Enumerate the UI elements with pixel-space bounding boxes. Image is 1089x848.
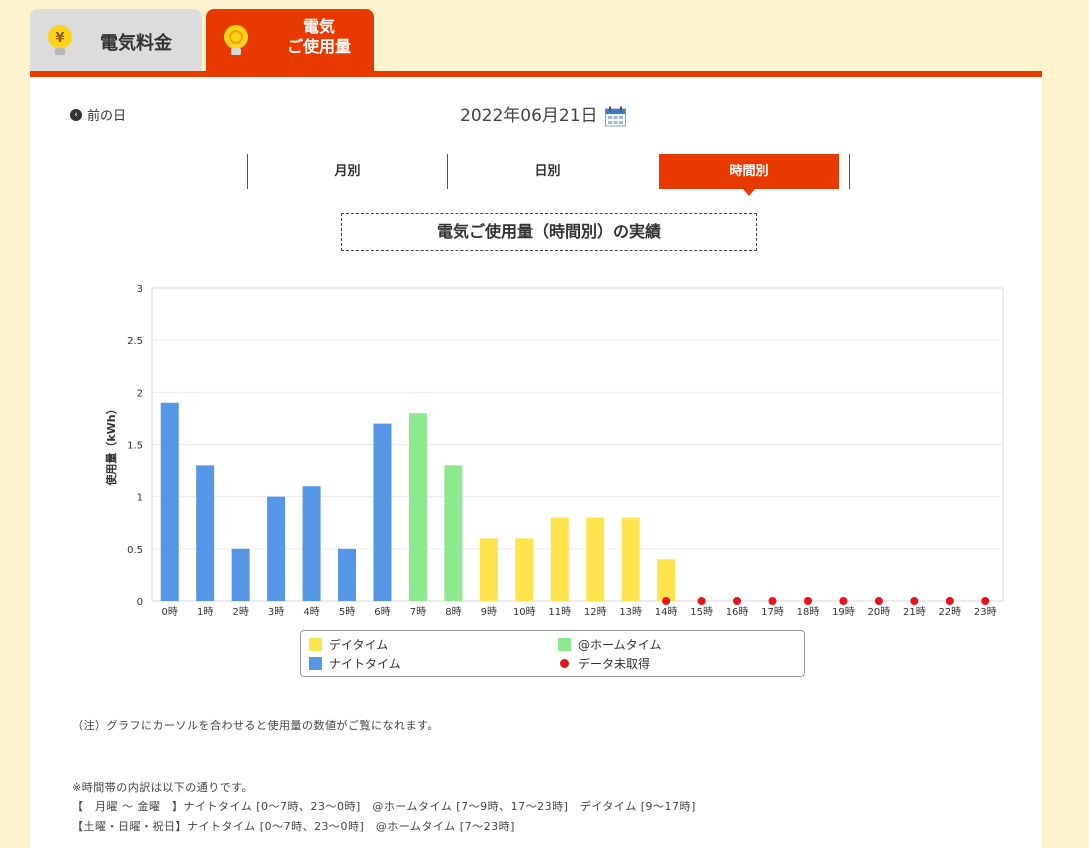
- x-tick-label: 6時: [374, 606, 390, 618]
- y-tick-label: 2: [137, 388, 143, 399]
- bar[interactable]: [196, 465, 215, 601]
- yen-bulb-icon: ¥: [48, 25, 72, 55]
- missing-data-point[interactable]: [662, 597, 671, 605]
- missing-data-point[interactable]: [839, 597, 848, 605]
- legend-item-home[interactable]: @ホームタイム: [558, 636, 661, 653]
- x-tick-label: 0時: [162, 606, 178, 618]
- tab-electricity-usage[interactable]: 電気 ご使用量: [206, 9, 374, 71]
- svg-text:¥: ¥: [55, 31, 64, 46]
- x-tick-label: 7時: [410, 606, 426, 618]
- x-tick-label: 16時: [726, 606, 749, 618]
- bar[interactable]: [302, 486, 321, 601]
- legend-item-night[interactable]: ナイトタイム: [309, 655, 401, 672]
- missing-data-point[interactable]: [874, 597, 883, 605]
- legend-label-night: ナイトタイム: [329, 657, 401, 671]
- legend-item-day[interactable]: デイタイム: [309, 636, 388, 653]
- x-tick-label: 9時: [481, 606, 497, 618]
- missing-data-point[interactable]: [981, 597, 990, 605]
- x-tick-label: 11時: [548, 606, 571, 618]
- legend-swatch-home: [558, 638, 571, 651]
- tab-usage-label: 電気 ご使用量: [274, 17, 364, 57]
- legend-label-day: デイタイム: [329, 638, 389, 652]
- weekday-breakdown: 【 月曜 〜 金曜 】ナイトタイム [0〜7時、23〜0時] @ホームタイム […: [72, 800, 696, 813]
- x-tick-label: 3時: [268, 606, 284, 618]
- bar[interactable]: [550, 517, 569, 601]
- calendar-icon[interactable]: [605, 106, 626, 127]
- y-tick-label: 2.5: [127, 336, 143, 347]
- legend-dot-missing: [560, 659, 569, 668]
- bar[interactable]: [657, 559, 676, 601]
- chevron-left-icon: ‹: [70, 108, 82, 121]
- y-tick-label: 0: [137, 597, 143, 608]
- bar[interactable]: [338, 548, 357, 601]
- missing-data-point[interactable]: [945, 597, 954, 605]
- tab-usage-label-line2: ご使用量: [286, 37, 351, 56]
- x-tick-label: 14時: [655, 606, 678, 618]
- period-tab-hourly[interactable]: 時間別: [659, 154, 839, 196]
- x-tick-label: 12時: [584, 606, 607, 618]
- y-axis-label: 使用量（kWh）: [104, 403, 118, 486]
- prev-day-link[interactable]: ‹ 前の日: [70, 105, 126, 124]
- y-tick-label: 0.5: [127, 545, 143, 556]
- breakdown-title: ※時間帯の内訳は以下の通りです。: [72, 781, 254, 794]
- x-tick-label: 1時: [197, 606, 213, 618]
- missing-data-point[interactable]: [697, 597, 706, 605]
- x-tick-label: 20時: [868, 606, 891, 618]
- bar[interactable]: [586, 517, 605, 601]
- x-tick-label: 10時: [513, 606, 536, 618]
- bar[interactable]: [408, 413, 427, 601]
- cursor-note: （注）グラフにカーソルを合わせると使用量の数値がご覧になれます。: [72, 719, 439, 732]
- tab-fee-label: 電気料金: [100, 33, 172, 54]
- x-tick-label: 23時: [974, 606, 997, 618]
- period-tab-monthly[interactable]: 月別: [247, 154, 447, 189]
- x-tick-label: 4時: [303, 606, 319, 618]
- missing-data-point[interactable]: [910, 597, 919, 605]
- period-tab-daily[interactable]: 日別: [447, 154, 647, 189]
- missing-data-point[interactable]: [803, 597, 812, 605]
- bar[interactable]: [444, 465, 463, 601]
- tab-usage-label-line1: 電気: [302, 17, 335, 36]
- period-tab-divider: [849, 154, 850, 189]
- legend-label-missing: データ未取得: [578, 657, 651, 671]
- current-date: 2022年06月21日: [460, 106, 598, 126]
- bar[interactable]: [373, 423, 392, 601]
- bar[interactable]: [515, 538, 534, 601]
- x-tick-label: 8時: [445, 606, 461, 618]
- x-tick-label: 22時: [938, 606, 961, 618]
- x-tick-label: 21時: [903, 606, 926, 618]
- missing-data-point[interactable]: [733, 597, 742, 605]
- y-tick-label: 1: [137, 493, 143, 504]
- usage-bar-chart[interactable]: 0 0.5 1 1.5 2 2.5 3 使用量（kWh） 0時 1時 2時 3時 4時 5時 6時 7時 8時 9…: [100, 278, 1020, 623]
- legend-swatch-night: [309, 657, 322, 670]
- x-tick-label: 2時: [232, 606, 248, 618]
- bar[interactable]: [231, 548, 250, 601]
- bar[interactable]: [621, 517, 640, 601]
- lightbulb-icon: [224, 25, 248, 55]
- x-tick-label: 19時: [832, 606, 855, 618]
- x-tick-label: 5時: [339, 606, 355, 618]
- legend-item-missing[interactable]: データ未取得: [558, 655, 650, 672]
- bar[interactable]: [479, 538, 498, 601]
- chart-title: 電気ご使用量（時間別）の実績: [341, 213, 757, 251]
- y-tick-label: 1.5: [127, 441, 143, 452]
- y-tick-label: 3: [137, 284, 143, 295]
- tab-electricity-fee[interactable]: ¥ 電気料金: [30, 9, 202, 71]
- legend-label-home: @ホームタイム: [578, 638, 662, 652]
- x-tick-label: 18時: [797, 606, 820, 618]
- weekend-breakdown: 【土曜・日曜・祝日】ナイトタイム [0〜7時、23〜0時] @ホームタイム [7…: [72, 820, 515, 833]
- x-tick-label: 15時: [690, 606, 713, 618]
- x-tick-label: 17時: [761, 606, 784, 618]
- prev-day-label: 前の日: [87, 109, 127, 124]
- x-tick-label: 13時: [619, 606, 642, 618]
- chart-legend: デイタイム @ホームタイム ナイトタイム データ未取得: [300, 630, 805, 677]
- bar[interactable]: [160, 402, 179, 601]
- bar[interactable]: [267, 496, 286, 601]
- missing-data-point[interactable]: [768, 597, 777, 605]
- legend-swatch-day: [309, 638, 322, 651]
